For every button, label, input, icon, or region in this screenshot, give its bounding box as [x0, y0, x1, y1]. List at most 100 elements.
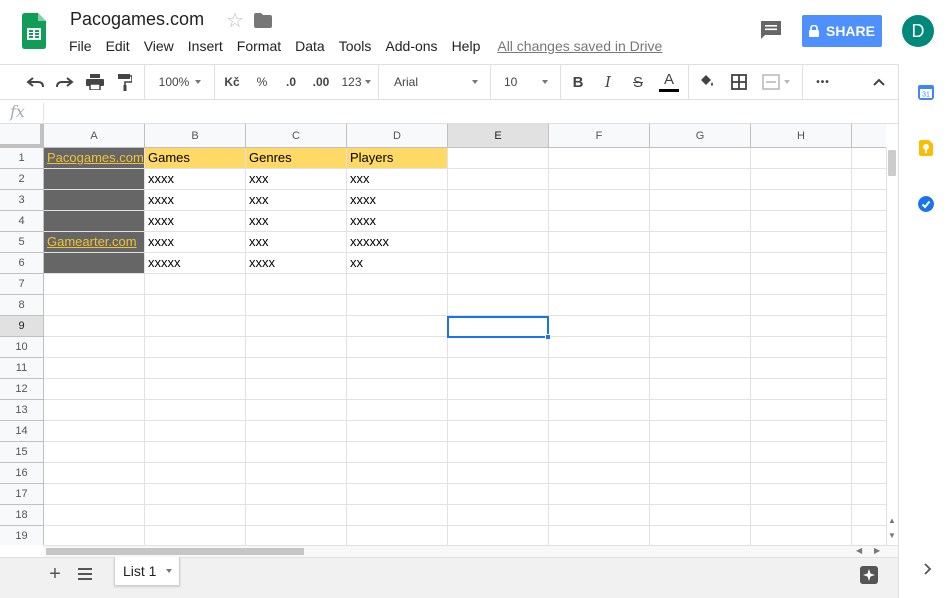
increase-decimal-button[interactable]: .00: [306, 65, 336, 99]
menu-insert[interactable]: Insert: [181, 36, 230, 56]
row-header-17[interactable]: 17: [0, 484, 44, 505]
saved-status-link[interactable]: All changes saved in Drive: [497, 38, 662, 54]
row-header-13[interactable]: 13: [0, 400, 44, 421]
row-header-3[interactable]: 3: [0, 190, 44, 211]
scroll-down-arrow[interactable]: ▼: [888, 532, 896, 540]
italic-button[interactable]: I: [596, 65, 620, 99]
cell-a2[interactable]: [44, 169, 145, 190]
menu-format[interactable]: Format: [230, 36, 288, 56]
all-sheets-icon[interactable]: [78, 568, 92, 580]
more-tools-button[interactable]: •••: [808, 65, 838, 99]
menu-tools[interactable]: Tools: [332, 36, 379, 56]
expand-panel-icon[interactable]: [922, 563, 932, 575]
text-color-button[interactable]: A: [656, 65, 682, 99]
row-header-14[interactable]: 14: [0, 421, 44, 442]
menu-edit[interactable]: Edit: [99, 36, 137, 56]
collapse-icon[interactable]: [866, 65, 892, 99]
cell-b2[interactable]: xxxx: [145, 169, 246, 190]
font-size-select[interactable]: 10: [496, 65, 556, 99]
cell-b1[interactable]: Games: [145, 148, 246, 169]
explore-icon[interactable]: [860, 566, 878, 584]
cell-c6[interactable]: xxxx: [246, 253, 347, 274]
star-icon[interactable]: ☆: [226, 8, 244, 33]
avatar[interactable]: D: [902, 15, 934, 47]
undo-icon[interactable]: [22, 65, 48, 99]
menu-view[interactable]: View: [137, 36, 181, 56]
row-header-19[interactable]: 19: [0, 526, 44, 545]
fill-color-icon[interactable]: [694, 65, 720, 99]
sheets-logo-icon[interactable]: [22, 13, 46, 49]
row-header-8[interactable]: 8: [0, 295, 44, 316]
bold-button[interactable]: B: [566, 65, 590, 99]
scroll-right-arrow[interactable]: ▶: [874, 547, 882, 555]
row-header-16[interactable]: 16: [0, 463, 44, 484]
cell-a1-link[interactable]: Pacogames.com: [47, 150, 144, 165]
row-header-4[interactable]: 4: [0, 211, 44, 232]
cell-b4[interactable]: xxxx: [145, 211, 246, 232]
row-header-2[interactable]: 2: [0, 169, 44, 190]
sheet-tab-list-1[interactable]: List 1: [114, 557, 180, 586]
cell-d3[interactable]: xxxx: [347, 190, 448, 211]
cell-a5[interactable]: Gamearter.com: [44, 232, 145, 253]
cell-c3[interactable]: xxx: [246, 190, 347, 211]
cell-d1[interactable]: Players: [347, 148, 448, 169]
cell-d5[interactable]: xxxxxx: [347, 232, 448, 253]
row-header-15[interactable]: 15: [0, 442, 44, 463]
menu-addons[interactable]: Add-ons: [378, 36, 444, 56]
zoom-select[interactable]: 100%: [150, 65, 210, 99]
column-header-d[interactable]: D: [347, 124, 448, 148]
row-header-7[interactable]: 7: [0, 274, 44, 295]
row-header-6[interactable]: 6: [0, 253, 44, 274]
cell-d6[interactable]: xx: [347, 253, 448, 274]
calendar-icon[interactable]: 31: [918, 84, 934, 100]
cell-a1[interactable]: Pacogames.com: [44, 148, 145, 169]
column-header-e[interactable]: E: [448, 124, 549, 148]
row-header-12[interactable]: 12: [0, 379, 44, 400]
horizontal-scroll-thumb[interactable]: [46, 548, 304, 555]
cell-c1[interactable]: Genres: [246, 148, 347, 169]
percent-format-button[interactable]: %: [250, 65, 274, 99]
fill-handle[interactable]: [545, 334, 551, 340]
select-all-corner[interactable]: [0, 124, 44, 148]
cell-a5-link[interactable]: Gamearter.com: [47, 234, 137, 249]
formula-input[interactable]: [52, 104, 872, 120]
cell-d4[interactable]: xxxx: [347, 211, 448, 232]
column-header-g[interactable]: G: [650, 124, 751, 148]
cell-c5[interactable]: xxx: [246, 232, 347, 253]
currency-format-button[interactable]: Kč: [220, 65, 244, 99]
paint-format-icon[interactable]: [112, 65, 138, 99]
print-icon[interactable]: [82, 65, 108, 99]
cell-a4[interactable]: [44, 211, 145, 232]
more-formats-select[interactable]: 123: [338, 65, 374, 99]
row-header-10[interactable]: 10: [0, 337, 44, 358]
share-button[interactable]: SHARE: [802, 15, 882, 47]
cell-b5[interactable]: xxxx: [145, 232, 246, 253]
row-header-1[interactable]: 1: [0, 148, 44, 169]
borders-icon[interactable]: [726, 65, 752, 99]
tasks-icon[interactable]: [918, 196, 934, 212]
row-header-9[interactable]: 9: [0, 316, 44, 337]
column-header-h[interactable]: H: [751, 124, 852, 148]
add-sheet-icon[interactable]: +: [46, 564, 64, 584]
menu-data[interactable]: Data: [288, 36, 332, 56]
font-select[interactable]: Arial: [384, 65, 484, 99]
folder-icon[interactable]: [254, 13, 272, 28]
decrease-decimal-button[interactable]: .0: [278, 65, 304, 99]
cell-c2[interactable]: xxx: [246, 169, 347, 190]
cell-d2[interactable]: xxx: [347, 169, 448, 190]
selected-cell-e9[interactable]: [447, 316, 549, 338]
document-title[interactable]: Pacogames.com: [70, 9, 204, 30]
vertical-scroll-thumb[interactable]: [888, 150, 896, 176]
row-header-11[interactable]: 11: [0, 358, 44, 379]
menu-help[interactable]: Help: [445, 36, 488, 56]
comments-icon[interactable]: [760, 20, 782, 40]
keep-icon[interactable]: [918, 140, 934, 156]
redo-icon[interactable]: [52, 65, 78, 99]
cell-b6[interactable]: xxxxx: [145, 253, 246, 274]
menu-file[interactable]: File: [62, 36, 99, 56]
column-header-c[interactable]: C: [246, 124, 347, 148]
cell-b3[interactable]: xxxx: [145, 190, 246, 211]
cell-a3[interactable]: [44, 190, 145, 211]
column-header-b[interactable]: B: [145, 124, 246, 148]
merge-cells-icon[interactable]: [756, 65, 796, 99]
